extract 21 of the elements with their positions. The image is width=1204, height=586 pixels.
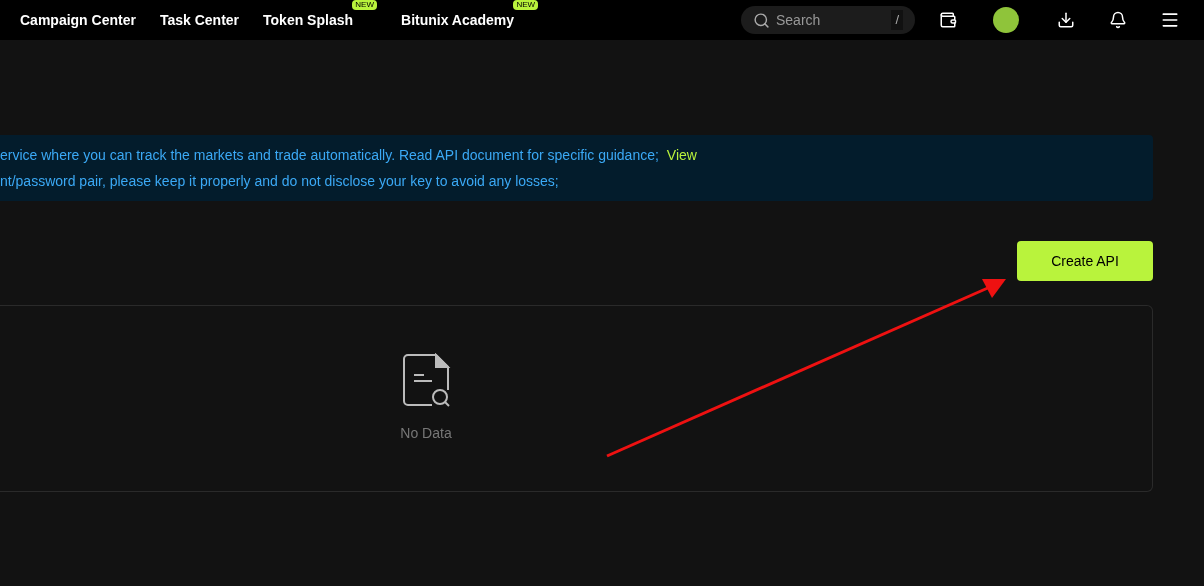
new-badge: NEW xyxy=(352,0,377,10)
avatar[interactable] xyxy=(993,7,1019,33)
notice-text: nt/password pair, please keep it properly and do not disclose your key to avoid any losses; xyxy=(0,171,560,191)
wallet-icon[interactable] xyxy=(939,11,957,29)
notice-text: ervice where you can track the markets and trade automatically. Read API document for specific guidance; xyxy=(0,145,659,165)
search-input[interactable]: Search xyxy=(776,9,876,31)
nav-link[interactable]: Bitunix Academy xyxy=(401,9,515,31)
nav-link[interactable]: Campaign Center xyxy=(20,9,136,31)
view-link[interactable]: View xyxy=(666,144,697,166)
search-icon xyxy=(753,11,770,29)
nav-link[interactable]: Token Splash xyxy=(263,9,353,31)
no-data-text: No Data xyxy=(400,424,452,443)
shortcut-key: / xyxy=(891,10,903,30)
nav-link[interactable]: Task Center xyxy=(159,9,240,31)
empty-document-icon xyxy=(400,353,452,409)
download-icon[interactable] xyxy=(1057,11,1075,29)
notification-icon[interactable] xyxy=(1109,11,1127,29)
menu-icon[interactable] xyxy=(1160,10,1180,30)
new-badge: NEW xyxy=(513,0,539,10)
search-field[interactable]: Search / xyxy=(741,6,915,34)
create-api-button[interactable]: Create API xyxy=(1017,241,1153,281)
